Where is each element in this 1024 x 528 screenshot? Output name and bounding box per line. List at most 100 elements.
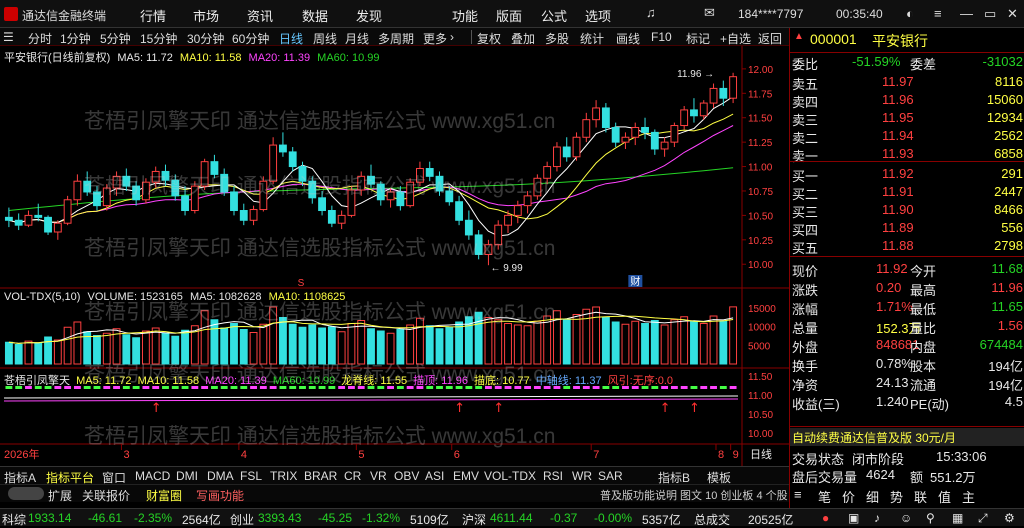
- volume-bar: [621, 323, 630, 365]
- candle-body: [181, 195, 189, 212]
- tool-tongji[interactable]: 统计: [580, 30, 604, 47]
- tab-daily[interactable]: 日线: [279, 30, 303, 47]
- chevron-right-icon[interactable]: ›: [450, 30, 454, 44]
- index-name-2[interactable]: 创业: [230, 511, 254, 528]
- message-icon[interactable]: ✉: [704, 5, 715, 21]
- tab-trix[interactable]: TRIX: [270, 469, 297, 483]
- menu-icon[interactable]: ≡: [934, 6, 942, 21]
- tab-cr[interactable]: CR: [344, 469, 361, 483]
- stat-row: 总量 152.3万 量比 1.56: [790, 317, 1024, 336]
- tab-dma[interactable]: DMA: [207, 469, 234, 483]
- tool-diejia[interactable]: 叠加: [511, 30, 535, 47]
- tab-draw[interactable]: 写画功能: [196, 487, 244, 504]
- menu-shichang[interactable]: 市场: [193, 6, 219, 25]
- tab-macd[interactable]: MACD: [135, 469, 170, 483]
- promo-bar[interactable]: 自动续费通达信普及版 30元/月: [790, 428, 1024, 446]
- menu-banmian[interactable]: 版面: [496, 6, 522, 25]
- candle-body: [582, 119, 591, 138]
- tab-asi[interactable]: ASI: [425, 469, 444, 483]
- menu-gongneng[interactable]: 功能: [452, 6, 478, 25]
- promo-text[interactable]: 自动续费通达信普及版 30元/月: [792, 429, 956, 446]
- menu-shuju[interactable]: 数据: [302, 6, 328, 25]
- tab-vr[interactable]: VR: [370, 469, 387, 483]
- tab-15min[interactable]: 15分钟: [140, 30, 177, 47]
- sound-icon[interactable]: ♪: [874, 511, 880, 525]
- panel-tab-icon-3[interactable]: 价: [842, 487, 855, 506]
- tab-fsl[interactable]: FSL: [240, 469, 262, 483]
- tool-add-watch[interactable]: +自选: [720, 30, 751, 47]
- arrow-icon[interactable]: ▲: [794, 31, 804, 42]
- tab-brar[interactable]: BRAR: [304, 469, 337, 483]
- panel-tab-icon-5[interactable]: 势: [890, 487, 903, 506]
- tab-monthly[interactable]: 月线: [345, 30, 369, 47]
- volume-bar: [151, 327, 160, 365]
- tab-obv[interactable]: OBV: [394, 469, 419, 483]
- menu-gongshi[interactable]: 公式: [541, 6, 567, 25]
- panel-tab-icon-7[interactable]: 值: [938, 487, 951, 506]
- period-icon[interactable]: ☰: [3, 30, 14, 44]
- kline-chart[interactable]: 12.00 11.75 11.50 11.25 11.00 10.75 10.50 10.25…: [0, 46, 789, 466]
- after-hours-amount: 551.2万: [930, 470, 976, 485]
- grid-icon[interactable]: ▦: [952, 511, 963, 525]
- menu-faxian[interactable]: 发现: [356, 6, 382, 25]
- tool-fuquan[interactable]: 复权: [477, 30, 501, 47]
- minimize-icon[interactable]: —: [960, 6, 973, 21]
- tab-30min[interactable]: 30分钟: [187, 30, 224, 47]
- tool-duogu[interactable]: 多股: [545, 30, 569, 47]
- menu-hangqing[interactable]: 行情: [140, 6, 166, 25]
- bid-price: 11.89: [882, 220, 914, 235]
- tab-rsi[interactable]: RSI: [543, 469, 563, 483]
- skin-icon[interactable]: ◐: [906, 6, 914, 21]
- tool-f10[interactable]: F10: [651, 30, 672, 44]
- link-status-icon[interactable]: ●: [822, 511, 829, 525]
- clock: 00:35:40: [836, 7, 883, 21]
- index-name-3[interactable]: 沪深: [462, 511, 486, 528]
- tab-more[interactable]: 更多: [423, 30, 447, 47]
- tab-wr[interactable]: WR: [572, 469, 592, 483]
- tab-emv[interactable]: EMV: [453, 469, 479, 483]
- tab-weekly[interactable]: 周线: [313, 30, 337, 47]
- panel-tab-icon-2[interactable]: 笔: [818, 487, 831, 506]
- period-toolbar: ☰ 分时 1分钟 5分钟 15分钟 30分钟 60分钟 日线 周线 月线 多周期…: [0, 28, 789, 46]
- candle-body: [601, 107, 610, 128]
- tab-vol-tdx[interactable]: VOL-TDX: [484, 469, 536, 483]
- toggle-switch[interactable]: [8, 487, 44, 500]
- tab-dmi[interactable]: DMI: [176, 469, 198, 483]
- ind-legend-ma60: MA60: 10.99: [272, 375, 336, 387]
- tool-biaoji[interactable]: 标记: [686, 30, 710, 47]
- user-icon[interactable]: ☺: [900, 511, 912, 525]
- tab-sar[interactable]: SAR: [598, 469, 623, 483]
- close-icon[interactable]: ✕: [1007, 6, 1018, 22]
- panel-tab-icon-8[interactable]: 主: [962, 487, 975, 506]
- menu-zixun[interactable]: 资讯: [247, 6, 273, 25]
- tab-wealth-circle[interactable]: 财富圈: [146, 487, 182, 504]
- tab-1min[interactable]: 1分钟: [60, 30, 91, 47]
- tab-extend[interactable]: 扩展: [48, 487, 72, 504]
- bell-icon[interactable]: ♫: [646, 5, 656, 20]
- tab-60min[interactable]: 60分钟: [232, 30, 269, 47]
- tool-huaxian[interactable]: 画线: [616, 30, 640, 47]
- maximize-icon[interactable]: ▭: [984, 6, 996, 22]
- tab-multi[interactable]: 多周期: [378, 30, 414, 47]
- menu-xuanxiang[interactable]: 选项: [585, 6, 611, 25]
- account-label[interactable]: 184****7797: [738, 7, 803, 21]
- bottom-info[interactable]: 普及版功能说明 图文 10 创业板 4 个股: [600, 487, 788, 503]
- stat-value: 1.240: [876, 394, 909, 409]
- kline-chart-area[interactable]: 12.00 11.75 11.50 11.25 11.00 10.75 10.50 10.25…: [0, 46, 789, 466]
- index-name-1[interactable]: 科综: [2, 511, 26, 528]
- tool-back[interactable]: 返回: [758, 30, 782, 47]
- tab-related-quote[interactable]: 关联报价: [82, 487, 130, 504]
- x-axis-month: 7: [593, 449, 599, 461]
- settings-icon[interactable]: ⚙: [1004, 511, 1015, 525]
- panel-tab-icon-4[interactable]: 细: [866, 487, 879, 506]
- expand-icon[interactable]: ⤢: [978, 511, 988, 526]
- lock-icon[interactable]: ⚲: [926, 511, 935, 525]
- network-icon[interactable]: ▣: [848, 511, 859, 525]
- panel-tab-icon-6[interactable]: 联: [914, 487, 927, 506]
- tab-fenshi[interactable]: 分时: [28, 30, 52, 47]
- tab-5min[interactable]: 5分钟: [100, 30, 131, 47]
- ask-price: 11.94: [882, 128, 914, 143]
- stat-label: 涨幅: [792, 302, 819, 317]
- panel-tab-icon[interactable]: ≡: [794, 487, 802, 502]
- volume-bar: [93, 335, 101, 365]
